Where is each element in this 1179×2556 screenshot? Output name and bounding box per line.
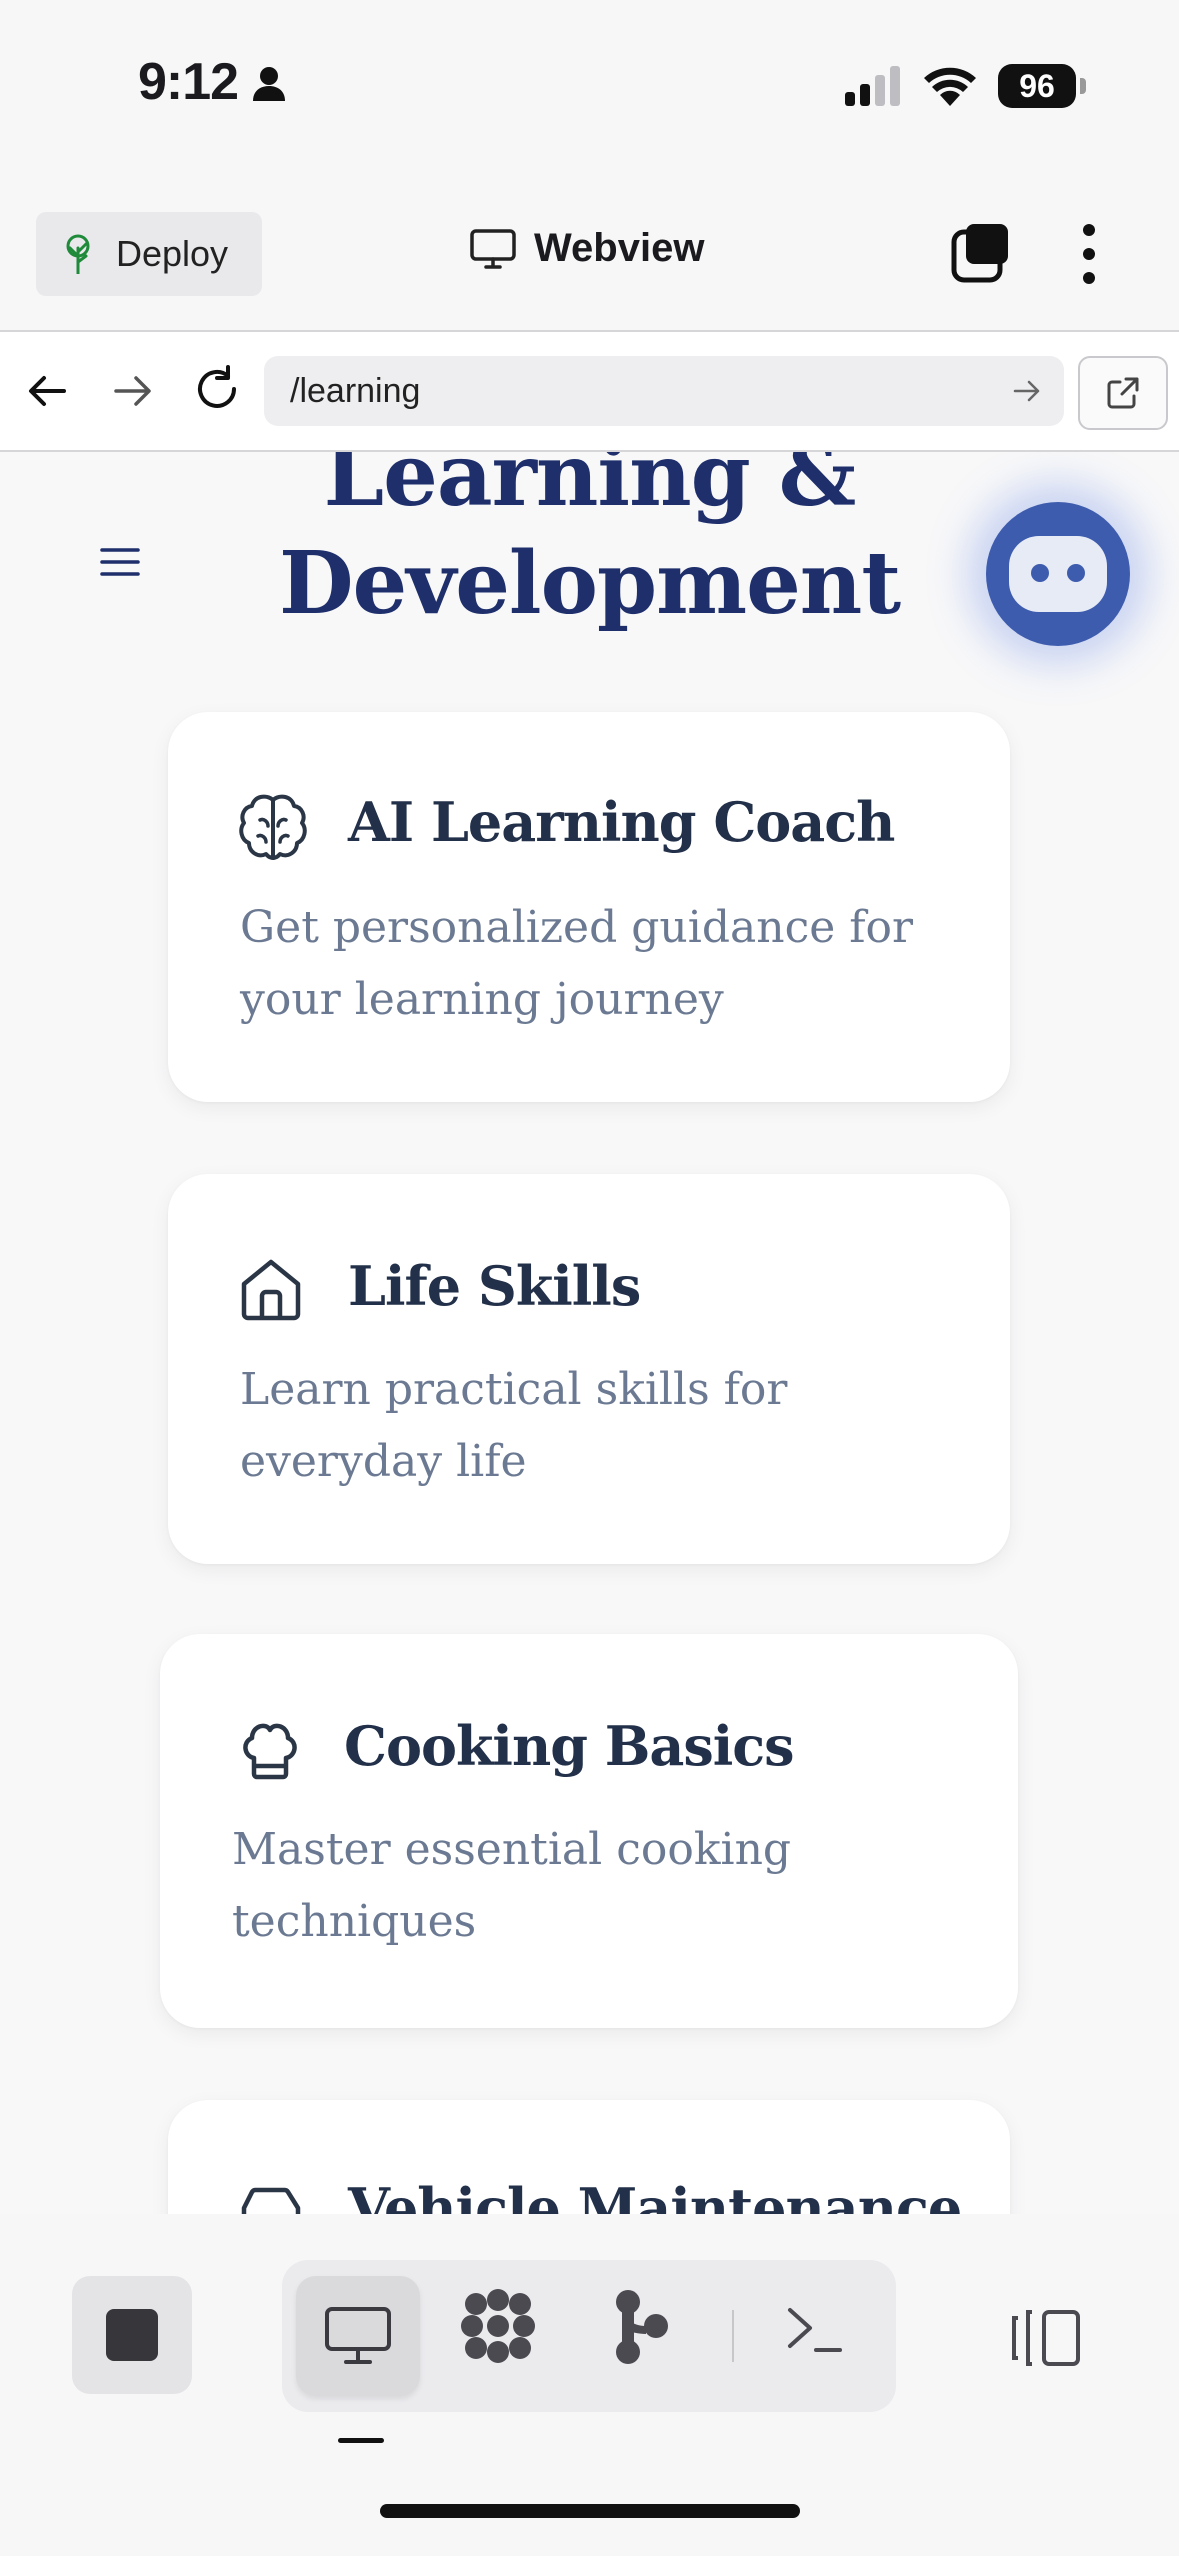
monitor-icon [470,228,516,269]
deploy-tree-icon [66,234,90,274]
card-title: Cooking Basics [344,1714,795,1778]
deploy-label: Deploy [116,233,229,274]
more-options-icon[interactable] [1072,222,1106,286]
url-input[interactable]: /learning [264,356,1064,426]
toolbar-divider [732,2310,734,2362]
card-description: Learn practical skills for everyday life [240,1354,940,1498]
forward-arrow-icon[interactable] [110,368,156,414]
cellular-signal-icon [845,66,900,106]
url-text: /learning [290,371,421,410]
card-title: AI Learning Coach [348,790,895,854]
card-description-line: techniques [232,1896,477,1947]
status-bar: 9:12 96 [0,0,1179,180]
bot-eye [1067,564,1085,582]
card-vehicle-maintenance[interactable]: Vehicle Maintenance [168,2100,1010,2214]
card-life-skills[interactable]: Life Skills Learn practical skills for e… [168,1174,1010,1564]
brain-icon [239,794,307,860]
card-description-line: Get personalized guidance for [240,902,914,953]
panels-toggle-icon[interactable] [1010,2308,1082,2368]
card-title: Vehicle Maintenance [348,2176,962,2214]
home-icon [241,1259,301,1321]
ai-assistant-button[interactable] [986,502,1130,646]
person-icon [253,67,285,101]
hamburger-menu-icon[interactable] [100,546,140,578]
wifi-icon [924,67,976,106]
car-icon [241,2187,301,2214]
app-header: Deploy Webview [0,180,1179,332]
git-icon[interactable] [614,2288,670,2366]
chef-hat-icon [243,1723,297,1780]
back-arrow-icon[interactable] [24,368,70,414]
stop-button[interactable] [72,2276,192,2394]
shell-icon[interactable] [786,2302,844,2356]
battery-cap [1080,78,1086,94]
tool-webview-button[interactable] [296,2276,420,2396]
card-description: Get personalized guidance for your learn… [240,892,940,1036]
bot-face-icon [1009,536,1107,612]
card-cooking-basics[interactable]: Cooking Basics Master essential cooking … [160,1634,1018,2028]
webview-title-label: Webview [534,226,705,270]
tool-switcher [282,2260,896,2412]
card-description-line: everyday life [240,1436,527,1487]
go-arrow-icon[interactable] [1012,376,1042,406]
active-tab-indicator [338,2438,384,2443]
webview-content: Learning & Development AI Learning Coach… [0,452,1179,2214]
card-ai-learning-coach[interactable]: AI Learning Coach Get personalized guida… [168,712,1010,1102]
home-indicator [380,2504,800,2518]
card-description-line: your learning journey [240,974,724,1025]
bottom-toolbar [0,2214,1179,2556]
battery-indicator: 96 [998,64,1076,108]
bot-eye [1031,564,1049,582]
url-bar: /learning [0,332,1179,452]
status-time: 9:12 [138,53,239,111]
stop-icon [106,2309,158,2361]
reload-icon[interactable] [192,364,242,414]
open-external-button[interactable] [1078,356,1168,430]
card-title: Life Skills [348,1254,641,1318]
monitor-icon [325,2307,391,2364]
webview-title: Webview [470,226,704,271]
tabs-icon[interactable] [950,222,1012,284]
page-title-line1: Learning & [323,452,857,526]
ai-agent-icon[interactable] [458,2286,538,2366]
card-description: Master essential cooking techniques [232,1814,932,1958]
card-description-line: Master essential cooking [232,1824,792,1875]
card-description-line: Learn practical skills for [240,1364,788,1415]
external-link-icon [1107,377,1139,409]
deploy-button[interactable]: Deploy [36,212,262,296]
